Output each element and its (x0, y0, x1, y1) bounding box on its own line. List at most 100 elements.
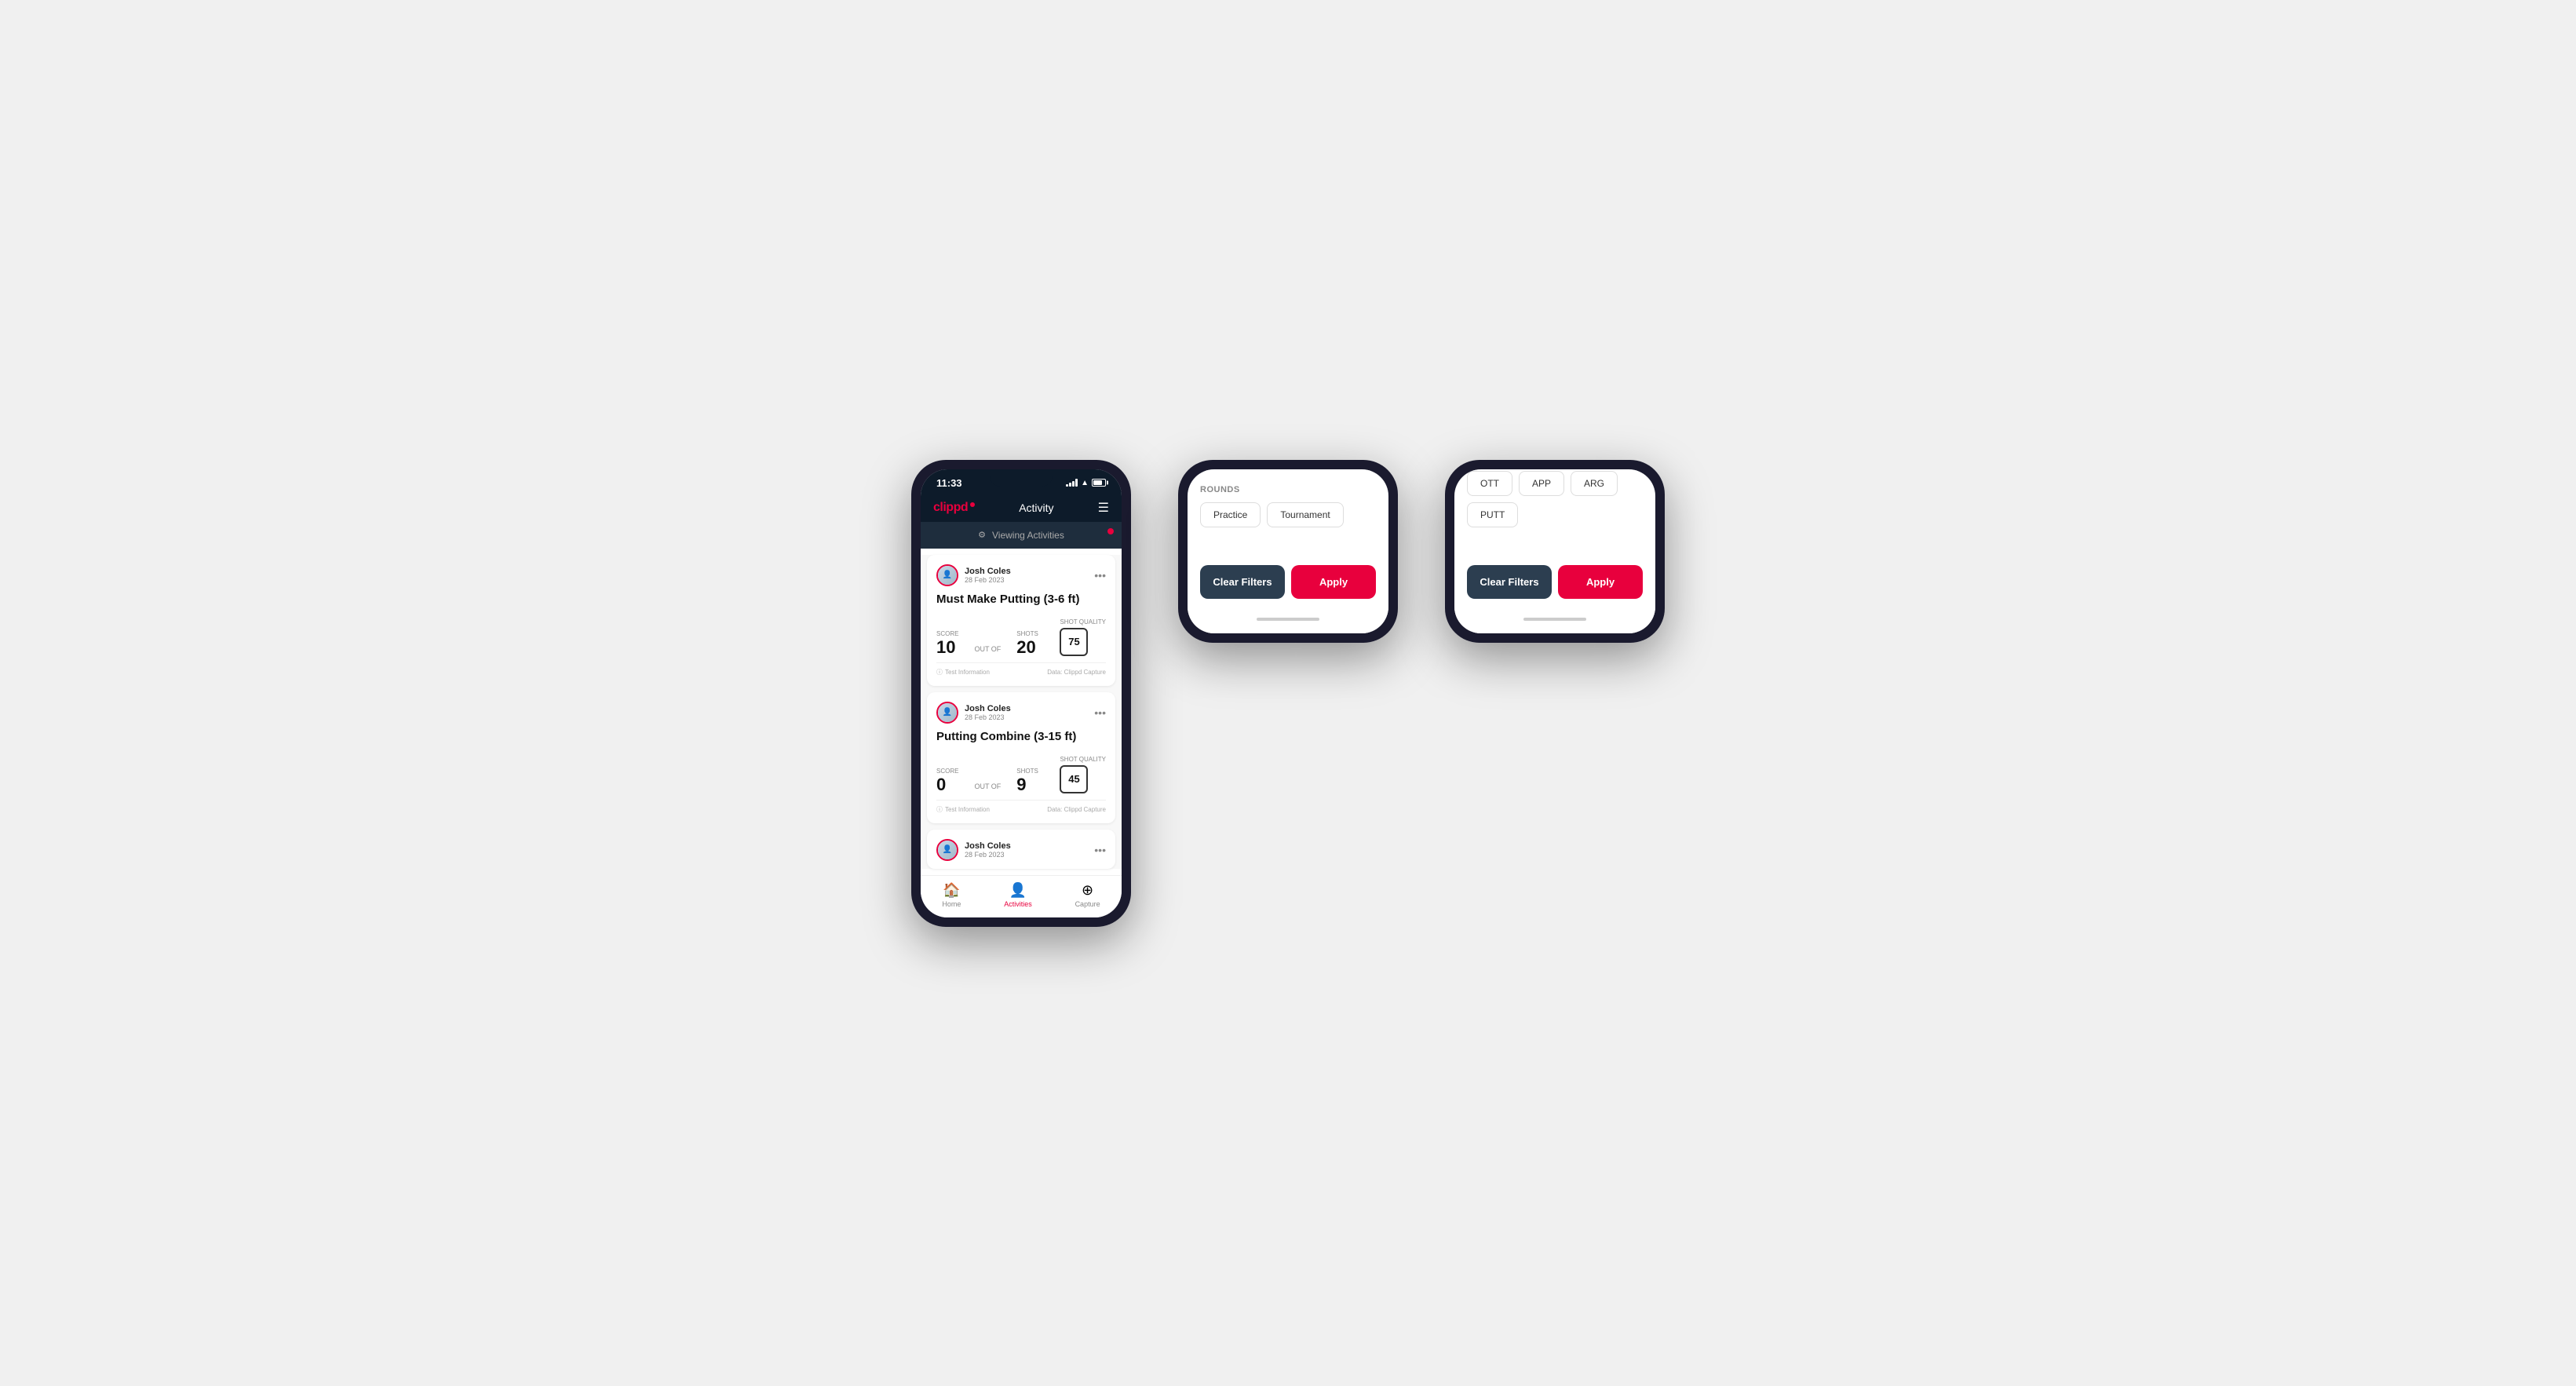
sq-label-1: Shot Quality (1060, 618, 1106, 626)
sq-label-2: Shot Quality (1060, 756, 1106, 763)
phone-3: 11:33 ▲ clippd Activity ☰ (1445, 460, 1665, 643)
user-info-1: 👤 Josh Coles 28 Feb 2023 (936, 564, 1011, 586)
footer-data-1: Data: Clippd Capture (1047, 669, 1106, 676)
tournament-btn-2[interactable]: Tournament (1267, 502, 1343, 527)
score-value-2: 0 (936, 776, 958, 793)
arg-btn-3[interactable]: ARG (1571, 471, 1618, 496)
phone-3-screen: 11:33 ▲ clippd Activity ☰ (1454, 469, 1655, 633)
user-name-1: Josh Coles (965, 567, 1011, 576)
home-icon-1: 🏠 (943, 882, 960, 899)
ott-btn-3[interactable]: OTT (1467, 471, 1512, 496)
rounds-section-2: Rounds Practice Tournament (1200, 485, 1376, 527)
user-name-2: Josh Coles (965, 704, 1011, 713)
more-btn-1[interactable]: ••• (1094, 569, 1106, 582)
shots-label-1: Shots (1016, 630, 1038, 637)
home-label-1: Home (942, 900, 961, 908)
drills-buttons-3: OTT APP ARG PUTT (1467, 471, 1643, 527)
clear-filters-btn-2[interactable]: Clear Filters (1200, 565, 1285, 599)
bottom-handle-2 (1257, 618, 1319, 621)
filter-badge-1 (1107, 528, 1114, 534)
user-details-1: Josh Coles 28 Feb 2023 (965, 567, 1011, 584)
shot-quality-group-2: Shot Quality 45 (1060, 751, 1106, 793)
shot-quality-group-1: Shot Quality 75 (1060, 614, 1106, 656)
stats-row-1: Score 10 OUT OF Shots 20 Shot Quality 75 (936, 614, 1106, 656)
card-title-1: Must Make Putting (3-6 ft) (936, 593, 1106, 606)
sq-badge-1: 75 (1060, 628, 1088, 656)
more-btn-3[interactable]: ••• (1094, 844, 1106, 856)
score-label-1: Score (936, 630, 958, 637)
scene: 11:33 ▲ clippd Activ (864, 413, 1712, 974)
logo-1: clippd (933, 501, 975, 515)
apply-btn-3[interactable]: Apply (1558, 565, 1643, 599)
bottom-handle-3 (1523, 618, 1586, 621)
capture-icon-1: ⊕ (1082, 882, 1093, 899)
nav-home-1[interactable]: 🏠 Home (942, 882, 961, 908)
card-header-1: 👤 Josh Coles 28 Feb 2023 ••• (936, 564, 1106, 586)
user-date-1: 28 Feb 2023 (965, 576, 1011, 584)
user-date-3: 28 Feb 2023 (965, 851, 1011, 859)
avatar-3: 👤 (936, 839, 958, 861)
filter-modal-2: Filter ✕ Show Rounds Practice Drills Rou… (1188, 469, 1388, 633)
shots-value-1: 20 (1016, 639, 1038, 656)
modal-body-2: Show Rounds Practice Drills Rounds Pract… (1188, 469, 1388, 556)
activity-card-1: 👤 Josh Coles 28 Feb 2023 ••• Must Make P… (927, 555, 1115, 686)
shots-label-2: Shots (1016, 768, 1038, 775)
out-of-1: OUT OF (974, 645, 1001, 656)
clear-filters-btn-3[interactable]: Clear Filters (1467, 565, 1552, 599)
rounds-buttons-2: Practice Tournament (1200, 502, 1376, 527)
user-info-3: 👤 Josh Coles 28 Feb 2023 (936, 839, 1011, 861)
user-date-2: 28 Feb 2023 (965, 713, 1011, 721)
card-footer-2: ⓘ Test Information Data: Clippd Capture (936, 800, 1106, 814)
more-btn-2[interactable]: ••• (1094, 706, 1106, 719)
sq-badge-2: 45 (1060, 765, 1088, 793)
phone-1: 11:33 ▲ clippd Activ (911, 460, 1131, 927)
footer-info-2: ⓘ Test Information (936, 805, 990, 814)
stat-group-score-1: Score 10 (936, 630, 958, 656)
out-of-2: OUT OF (974, 782, 1001, 793)
footer-info-1: ⓘ Test Information (936, 668, 990, 677)
stats-row-2: Score 0 OUT OF Shots 9 Shot Quality 45 (936, 751, 1106, 793)
header-title-1: Activity (1019, 502, 1053, 514)
modal-footer-2: Clear Filters Apply (1188, 556, 1388, 615)
wifi-icon-1: ▲ (1081, 479, 1089, 487)
bottom-nav-1: 🏠 Home 👤 Activities ⊕ Capture (921, 875, 1122, 917)
user-name-3: Josh Coles (965, 841, 1011, 851)
activity-card-2: 👤 Josh Coles 28 Feb 2023 ••• Putting Com… (927, 692, 1115, 823)
activities-label-1: Activities (1004, 900, 1032, 908)
filter-banner-text-1: Viewing Activities (992, 530, 1064, 541)
nav-activities-1[interactable]: 👤 Activities (1004, 882, 1032, 908)
shots-value-2: 9 (1016, 776, 1038, 793)
app-header-1: clippd Activity ☰ (921, 494, 1122, 522)
user-details-3: Josh Coles 28 Feb 2023 (965, 841, 1011, 859)
apply-btn-2[interactable]: Apply (1291, 565, 1376, 599)
logo-dot-1 (970, 502, 975, 507)
filter-banner-1[interactable]: ⚙ Viewing Activities (921, 522, 1122, 549)
capture-label-1: Capture (1075, 900, 1100, 908)
time-1: 11:33 (936, 477, 962, 489)
sliders-icon-1: ⚙ (978, 530, 986, 540)
app-btn-3[interactable]: APP (1519, 471, 1564, 496)
rounds-label-2: Rounds (1200, 485, 1376, 494)
score-label-2: Score (936, 768, 958, 775)
avatar-1: 👤 (936, 564, 958, 586)
putt-btn-3[interactable]: PUTT (1467, 502, 1518, 527)
hamburger-1[interactable]: ☰ (1098, 500, 1109, 516)
modal-footer-3: Clear Filters Apply (1454, 556, 1655, 615)
footer-data-2: Data: Clippd Capture (1047, 806, 1106, 813)
user-info-2: 👤 Josh Coles 28 Feb 2023 (936, 702, 1011, 724)
card-header-2: 👤 Josh Coles 28 Feb 2023 ••• (936, 702, 1106, 724)
activities-icon-1: 👤 (1009, 882, 1027, 899)
activity-card-3: 👤 Josh Coles 28 Feb 2023 ••• (927, 830, 1115, 869)
signal-bars-1 (1066, 479, 1078, 487)
avatar-2: 👤 (936, 702, 958, 724)
nav-capture-1[interactable]: ⊕ Capture (1075, 882, 1100, 908)
card-header-3: 👤 Josh Coles 28 Feb 2023 ••• (936, 839, 1106, 861)
stat-group-shots-1: Shots 20 (1016, 630, 1038, 656)
logo-text-1: clippd (933, 501, 968, 515)
practice-round-btn-2[interactable]: Practice (1200, 502, 1261, 527)
modal-body-3: Show Rounds Practice Drills Practice Dri… (1454, 469, 1655, 556)
battery-icon-1 (1092, 479, 1106, 487)
phone-2: 11:33 ▲ clippd Activity ☰ (1178, 460, 1398, 643)
card-footer-1: ⓘ Test Information Data: Clippd Capture (936, 662, 1106, 677)
notch-1 (990, 469, 1053, 487)
